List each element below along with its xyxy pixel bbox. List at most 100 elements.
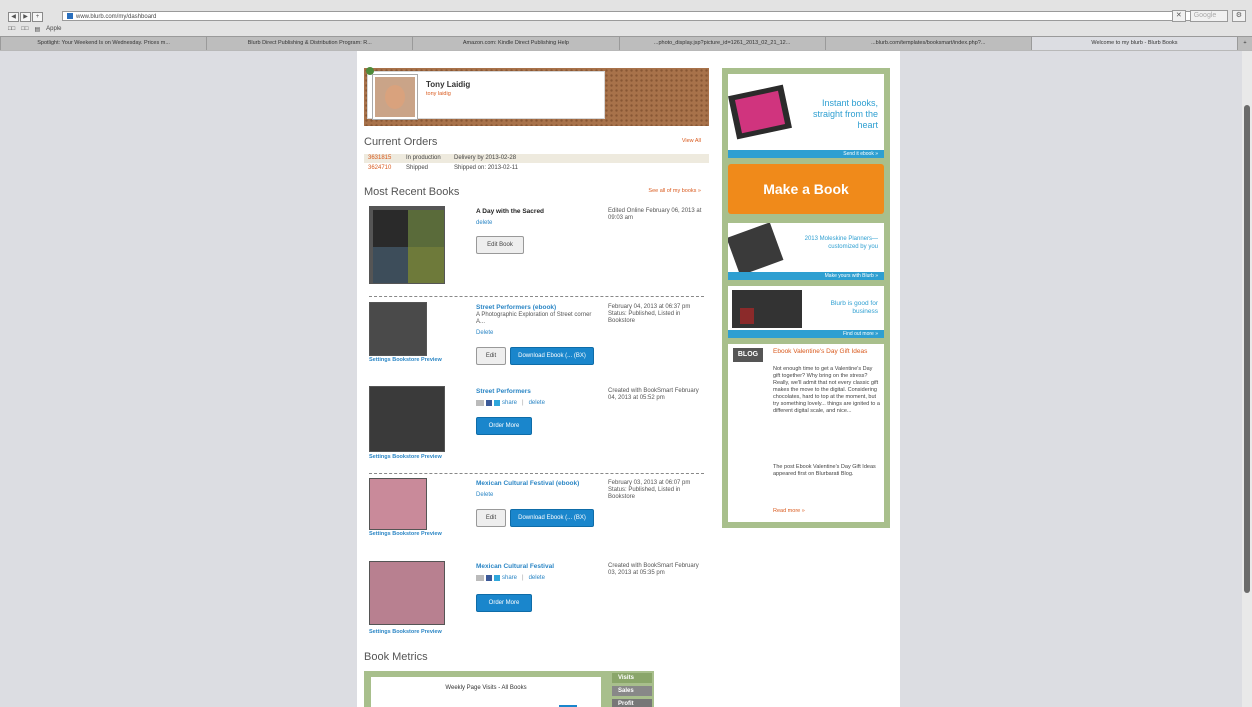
ad-cta-bar[interactable]: Send it ebook » — [728, 150, 884, 158]
metrics-chart-title: Weekly Page Visits - All Books — [445, 685, 527, 691]
book-title-link[interactable]: Street Performers (ebook) — [476, 304, 556, 311]
profile-banner: Tony Laidig tony laidig — [364, 67, 709, 126]
see-all-books-link[interactable]: See all of my books » — [648, 188, 701, 194]
book-title: A Day with the Sacred — [476, 208, 545, 215]
settings-preview-links[interactable]: Settings Bookstore Preview — [369, 357, 442, 363]
url-bar[interactable]: www.blurb.com/my/dashboard — [62, 11, 1202, 21]
book-thumbnail[interactable] — [369, 206, 445, 284]
book-title-link[interactable]: Mexican Cultural Festival (ebook) — [476, 480, 579, 487]
book-thumbnail[interactable] — [369, 386, 445, 452]
read-more-link[interactable]: Read more » — [773, 508, 805, 514]
book-metrics-title: Book Metrics — [364, 651, 428, 663]
tab-visits[interactable]: Visits — [612, 673, 652, 683]
moleskine-ad[interactable]: 2013 Moleskine Planners—customized by yo… — [728, 223, 884, 280]
browser-tab[interactable]: ...photo_display.jsp?picture_id=1261_201… — [618, 36, 826, 50]
order-row: 3631815 In production Delivery by 2013-0… — [364, 154, 709, 163]
url-text: www.blurb.com/my/dashboard — [76, 14, 157, 20]
ad-cta-bar[interactable]: Find out more » — [728, 330, 884, 338]
delete-link[interactable]: Delete — [476, 330, 493, 336]
email-icon[interactable] — [476, 400, 484, 406]
delete-link[interactable]: delete — [476, 220, 492, 226]
bookmark-item[interactable]: □□ — [21, 26, 28, 33]
book-thumbnail[interactable] — [369, 561, 445, 625]
ad-cta-bar[interactable]: Make yours with Blurb » — [728, 272, 884, 280]
book-meta: Edited Online February 06, 2013 at 09:03… — [608, 208, 702, 221]
book-title-link[interactable]: Mexican Cultural Festival — [476, 563, 554, 570]
blog-body: Not enough time to get a Valentine's Day… — [773, 366, 880, 414]
make-a-book-button[interactable]: Make a Book — [728, 164, 884, 214]
facebook-icon[interactable] — [486, 575, 492, 581]
book-title-link[interactable]: Street Performers — [476, 388, 531, 395]
settings-icon[interactable]: ⚙ — [1231, 10, 1246, 22]
download-ebook-button[interactable]: Download Ebook (... (BX) — [510, 347, 594, 365]
browser-tab[interactable]: ...blurb.com/templates/booksmart/index.p… — [824, 36, 1032, 50]
metrics-chart: Weekly Page Visits - All Books — [371, 677, 601, 707]
favicon-icon — [67, 13, 73, 20]
share-link[interactable]: share — [502, 575, 517, 581]
browser-tab[interactable]: Amazon.com: Kindle Direct Publishing Hel… — [412, 36, 620, 50]
ipad-image — [728, 84, 792, 140]
facebook-icon[interactable] — [486, 400, 492, 406]
scrollbar-thumb[interactable] — [1244, 105, 1250, 593]
book-thumbnail[interactable] — [369, 478, 427, 530]
bookmark-item[interactable]: Apple — [46, 26, 61, 33]
browser-toolbar: ◀ ▶ + www.blurb.com/my/dashboard ✕ Googl… — [0, 0, 1252, 51]
avatar[interactable] — [373, 75, 417, 119]
profile-card: Tony Laidig tony laidig — [366, 67, 605, 119]
search-field[interactable]: Google — [1189, 10, 1228, 22]
recent-books-title: Most Recent Books — [364, 186, 460, 198]
twitter-icon[interactable] — [494, 400, 500, 406]
blog-box: BLOG Ebook Valentine's Day Gift Ideas No… — [728, 344, 884, 522]
bookmark-item[interactable]: □□ — [8, 26, 15, 33]
edit-button[interactable]: Edit — [476, 347, 506, 365]
browser-tab[interactable]: Spotlight: Your Weekend Is on Wednesday.… — [0, 36, 208, 50]
order-id-link[interactable]: 3631815 — [368, 154, 391, 163]
download-ebook-button[interactable]: Download Ebook (... (BX) — [510, 509, 594, 527]
settings-preview-links[interactable]: Settings Bookstore Preview — [369, 531, 442, 537]
blog-headline-link[interactable]: Ebook Valentine's Day Gift Ideas — [773, 348, 878, 356]
book-meta: February 04, 2013 at 06:37 pm Status: Pu… — [608, 304, 691, 324]
profile-link[interactable]: tony laidig — [426, 91, 451, 97]
edit-button[interactable]: Edit — [476, 509, 506, 527]
share-row: share | delete — [476, 575, 545, 581]
order-delivery: Delivery by 2013-02-28 — [454, 155, 517, 161]
tab-profit[interactable]: Profit — [612, 699, 652, 707]
new-tab-icon[interactable]: + — [1237, 36, 1252, 50]
order-more-button[interactable]: Order More — [476, 417, 532, 435]
email-icon[interactable] — [476, 575, 484, 581]
settings-preview-links[interactable]: Settings Bookstore Preview — [369, 454, 442, 460]
twitter-icon[interactable] — [494, 575, 500, 581]
sidebar: Instant books, straight from the heart S… — [722, 68, 890, 528]
business-image — [732, 290, 802, 328]
edit-book-button[interactable]: Edit Book — [476, 236, 524, 254]
tab-sales[interactable]: Sales — [612, 686, 652, 696]
delete-link[interactable]: delete — [529, 575, 545, 581]
browser-tab[interactable]: Blurb Direct Publishing & Distribution P… — [206, 36, 414, 50]
browser-tab-active[interactable]: Welcome to my blurb - Blurb Books — [1030, 36, 1239, 50]
back-icon[interactable]: ◀ — [8, 12, 19, 22]
order-id-link[interactable]: 3624710 — [368, 164, 391, 173]
add-tab-icon[interactable]: + — [32, 12, 43, 22]
settings-preview-links[interactable]: Settings Bookstore Preview — [369, 629, 442, 635]
bookmark-item[interactable]: ▤ — [35, 26, 41, 33]
book-thumbnail[interactable] — [369, 302, 427, 356]
bookmarks-bar: □□ □□ ▤ Apple — [8, 26, 62, 33]
instant-books-ad[interactable]: Instant books, straight from the heart S… — [728, 74, 884, 158]
pushpin-icon — [366, 67, 374, 75]
delete-link[interactable]: delete — [529, 400, 545, 406]
profile-name: Tony Laidig — [426, 80, 471, 89]
business-ad[interactable]: Blurb is good for business Find out more… — [728, 286, 884, 338]
order-more-button[interactable]: Order More — [476, 594, 532, 612]
delete-link[interactable]: Delete — [476, 492, 493, 498]
forward-icon[interactable]: ▶ — [20, 12, 31, 22]
ad-text: 2013 Moleskine Planners—customized by yo… — [804, 236, 878, 250]
ad-text: Instant books, straight from the heart — [812, 98, 878, 130]
book-description: A Photographic Exploration of Street cor… — [476, 312, 592, 325]
nav-buttons: ◀ ▶ + — [8, 12, 43, 22]
divider — [369, 473, 704, 474]
blog-footer: The post Ebook Valentine's Day Gift Idea… — [773, 464, 876, 477]
book-meta: Created with BookSmart February 03, 2013… — [608, 563, 699, 576]
share-link[interactable]: share — [502, 400, 517, 406]
close-search-icon[interactable]: ✕ — [1171, 10, 1186, 22]
view-all-link[interactable]: View All — [682, 138, 701, 144]
